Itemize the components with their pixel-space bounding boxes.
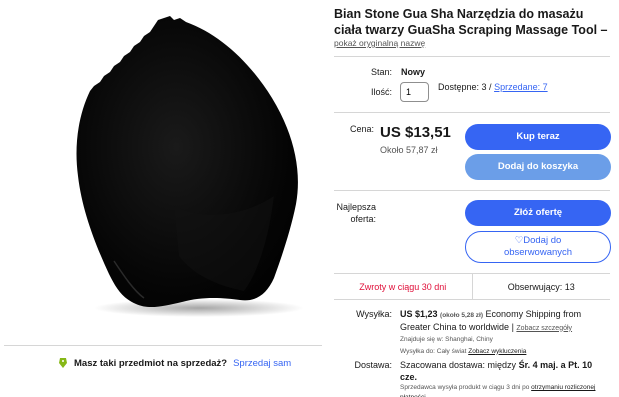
sell-tag-icon (59, 358, 67, 368)
watchers-count: Obserwujący: 13 (507, 281, 575, 292)
quantity-label: Ilość: (370, 87, 392, 97)
shipping-details-link[interactable]: Zobacz szczegóły (516, 325, 572, 332)
shipping-price-approx: (około 5,28 zł) (440, 312, 484, 319)
price-label: Cena: (349, 124, 374, 134)
condition-label: Stan: (370, 67, 392, 77)
product-image[interactable] (4, 6, 322, 328)
divider (334, 112, 610, 113)
availability: Dostępne: 3 / Sprzedane: 7 (438, 82, 548, 92)
delivery-note: Sprzedawca wysyła produkt w ciągu 3 dni … (400, 383, 610, 397)
shipping-label: Wysyłka: (356, 309, 392, 319)
item-location: Znajduje się w: Shanghai, Chiny (400, 336, 493, 343)
add-to-watchlist-button[interactable]: ♡Dodaj do obserwowanych (465, 231, 611, 263)
make-offer-button[interactable]: Złóż ofertę (465, 200, 611, 226)
sell-yourself-link[interactable]: Sprzedaj sam (233, 358, 291, 369)
ships-to: Wysyłka do: Cały świat Zobacz wykluczeni… (400, 346, 610, 358)
best-offer-label: Najlepsza oferta: (318, 201, 376, 225)
best-offer-label-line1: Najlepsza (336, 202, 376, 212)
delivery-note-text: Sprzedawca wysyła produkt w ciągu 3 dni … (400, 384, 530, 391)
delivery-details: Szacowana dostawa: między Śr. 4 maj. a P… (400, 360, 610, 397)
delivery-label: Dostawa: (354, 360, 392, 370)
shipping-price: US $1,23 (400, 309, 438, 319)
left-divider (4, 345, 322, 346)
available-count: Dostępne: 3 / (438, 82, 492, 92)
exclusions-link[interactable]: Zobacz wykluczenia (468, 348, 526, 355)
quantity-input[interactable] (400, 82, 429, 102)
watchlist-label-line2: obserwowanych (503, 247, 573, 258)
ships-to-text: Wysyłka do: Cały świat (400, 347, 467, 355)
product-title: Bian Stone Gua Sha Narzędzia do masażu c… (334, 7, 608, 37)
best-offer-label-line2: oferta: (350, 214, 376, 224)
show-original-name-link[interactable]: pokaż oryginalną nazwę (334, 38, 425, 48)
product-image-panel[interactable] (4, 6, 322, 328)
returns-info: Zwroty w ciągu 30 dni (334, 274, 473, 299)
add-to-cart-button[interactable]: Dodaj do koszyka (465, 154, 611, 180)
buy-now-button[interactable]: Kup teraz (465, 124, 611, 150)
sell-bar-text: Masz taki przedmiot na sprzedaż? (74, 357, 228, 369)
sell-bar: Masz taki przedmiot na sprzedaż? Sprzeda… (58, 357, 291, 369)
price-approx: Około 57,87 zł (380, 145, 438, 155)
shipping-details: US $1,23 (około 5,28 zł) Economy Shippin… (400, 309, 610, 357)
price-value: US $13,51 (380, 124, 451, 141)
returns-watchers-box: Zwroty w ciągu 30 dni Obserwujący: 13 (334, 273, 610, 300)
heart-icon: ♡ (514, 235, 524, 246)
divider (334, 190, 610, 191)
watchlist-label-line1: Dodaj do (523, 235, 562, 246)
sold-count-link[interactable]: Sprzedane: 7 (494, 82, 548, 92)
delivery-estimate-prefix: Szacowana dostawa: między (400, 360, 517, 370)
condition-value: Nowy (401, 67, 426, 77)
divider (334, 56, 610, 57)
